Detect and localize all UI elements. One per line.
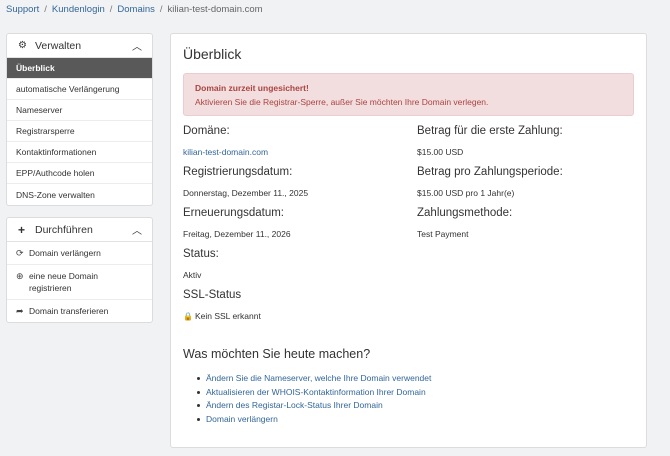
plus-icon: +	[18, 222, 26, 237]
gear-icon: ⚙	[18, 40, 27, 51]
action-renew-domain[interactable]: ⟳ Domain verlängern	[7, 242, 152, 265]
sidebar-item-overview[interactable]: Überblick	[7, 58, 152, 79]
sidebar-item-auto-renew[interactable]: automatische Verlängerung	[7, 79, 152, 100]
share-icon: ➦	[16, 306, 24, 316]
sidebar-item-contact-info[interactable]: Kontaktinformationen	[7, 142, 152, 163]
action-label: Domain verlängern	[29, 248, 101, 258]
payment-method-value: Test Payment	[417, 229, 469, 239]
renew-domain-link[interactable]: Domain verlängern	[206, 414, 278, 424]
first-payment-label: Betrag für die erste Zahlung:	[417, 125, 563, 137]
breadcrumb-separator: /	[159, 4, 163, 15]
globe-icon: ⊕	[16, 271, 24, 281]
sidebar-item-dns-zone[interactable]: DNS-Zone verwalten	[7, 184, 152, 205]
sidebar-item-nameserver[interactable]: Nameserver	[7, 100, 152, 121]
refresh-icon: ⟳	[16, 248, 24, 258]
manage-panel-title: Verwalten	[35, 39, 82, 52]
page-title: Überblick	[183, 46, 242, 62]
status-label: Status:	[183, 248, 219, 260]
breadcrumb-current: kilian-test-domain.com	[167, 4, 263, 15]
ssl-status-label: SSL-Status	[183, 289, 242, 301]
renewal-date-label: Erneuerungsdatum:	[183, 207, 285, 219]
manage-panel-header[interactable]: ⚙ Verwalten ︿	[7, 34, 152, 58]
domain-label: Domäne:	[183, 125, 230, 137]
action-transfer-domain[interactable]: ➦ Domain transferieren	[7, 300, 152, 322]
actions-panel: + Durchführen ︿ ⟳ Domain verlängern ⊕ ei…	[6, 217, 153, 323]
first-payment-value: $15.00 USD	[417, 147, 464, 157]
renewal-date-value: Freitag, Dezember 11., 2026	[183, 229, 291, 239]
action-label: eine neue Domain registrieren	[29, 271, 98, 293]
details-left-column: Domäne: kilian-test-domain.com Registrie…	[183, 125, 413, 330]
change-nameservers-link[interactable]: Ändern Sie die Nameserver, welche Ihre D…	[206, 373, 431, 383]
unsecured-alert: Domain zurzeit ungesichert! Aktivieren S…	[183, 73, 634, 116]
actions-heading: Was möchten Sie heute machen?	[183, 347, 371, 361]
recurring-amount-label: Betrag pro Zahlungsperiode:	[417, 166, 563, 178]
ssl-status-value: Kein SSL erkannt	[194, 311, 261, 321]
chevron-up-icon[interactable]: ︿	[132, 222, 142, 237]
registration-date-label: Registrierungsdatum:	[183, 166, 293, 178]
recurring-amount-value: $15.00 USD pro 1 Jahr(e)	[417, 188, 515, 198]
sidebar-item-registrar-lock[interactable]: Registrarsperre	[7, 121, 152, 142]
alert-message: Aktivieren Sie die Registrar-Sperre, auß…	[195, 97, 489, 107]
breadcrumb: Support / Kundenlogin / Domains / kilian-test-…	[6, 4, 263, 18]
ssl-status-row: 🔒 Kein SSL erkannt	[183, 305, 413, 330]
status-value: Aktiv	[183, 270, 202, 280]
list-item: Ändern Sie die Nameserver, welche Ihre D…	[196, 372, 431, 386]
actions-panel-header[interactable]: + Durchführen ︿	[7, 218, 152, 242]
breadcrumb-support[interactable]: Support	[6, 4, 39, 15]
overview-card: Überblick Domain zurzeit ungesichert! Ak…	[170, 33, 647, 448]
list-item: Domain verlängern	[196, 413, 431, 427]
sidebar-item-epp-code[interactable]: EPP/Authcode holen	[7, 163, 152, 184]
domain-link[interactable]: kilian-test-domain.com	[183, 141, 413, 166]
chevron-up-icon[interactable]: ︿	[132, 38, 142, 53]
actions-panel-title: Durchführen	[35, 223, 93, 236]
breadcrumb-domains[interactable]: Domains	[117, 4, 155, 15]
manage-panel: ⚙ Verwalten ︿ Überblick automatische Ver…	[6, 33, 153, 206]
change-lock-status-link[interactable]: Ändern des Registar-Lock-Status Ihrer Do…	[206, 400, 383, 410]
action-label: Domain transferieren	[29, 306, 109, 316]
registration-date-value: Donnerstag, Dezember 11., 2025	[183, 188, 309, 198]
details-right-column: Betrag für die erste Zahlung: $15.00 USD…	[417, 125, 642, 248]
breadcrumb-separator: /	[44, 4, 47, 15]
action-register-domain[interactable]: ⊕ eine neue Domain registrieren	[7, 265, 152, 300]
list-item: Ändern des Registar-Lock-Status Ihrer Do…	[196, 399, 431, 413]
alert-heading: Domain zurzeit ungesichert!	[195, 83, 309, 93]
breadcrumb-separator: /	[109, 4, 113, 15]
quick-actions-list: Ändern Sie die Nameserver, welche Ihre D…	[196, 372, 431, 427]
breadcrumb-kundenlogin[interactable]: Kundenlogin	[52, 4, 105, 15]
payment-method-label: Zahlungsmethode:	[417, 207, 513, 219]
list-item: Aktualisieren der WHOIS-Kontaktinformati…	[196, 386, 431, 400]
update-whois-link[interactable]: Aktualisieren der WHOIS-Kontaktinformati…	[206, 387, 426, 397]
lock-icon: 🔒	[183, 312, 193, 321]
